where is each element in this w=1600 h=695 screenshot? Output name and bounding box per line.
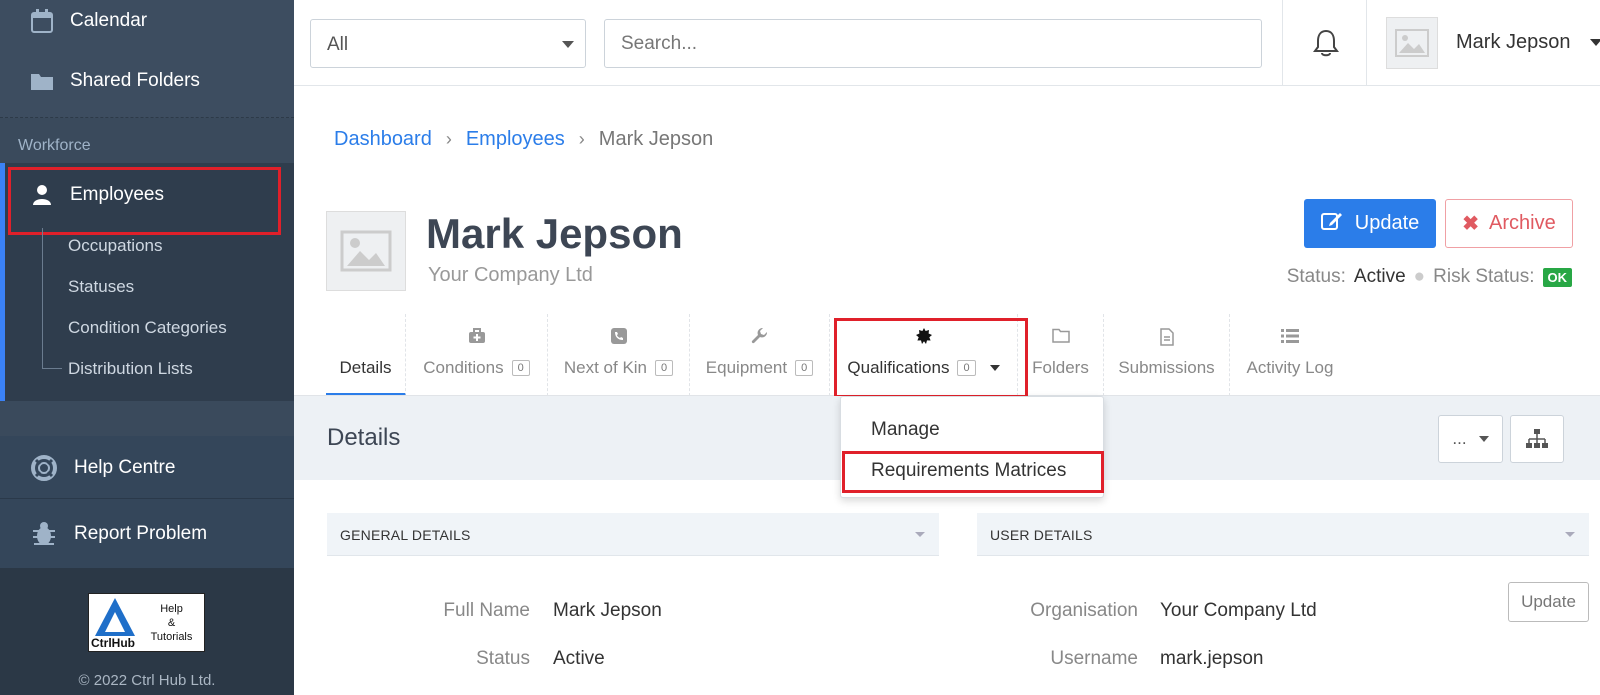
medkit-icon (406, 328, 547, 344)
breadcrumb-employees[interactable]: Employees (466, 128, 565, 151)
chevron-right-icon: › (445, 129, 452, 149)
chevron-down-icon (915, 532, 925, 537)
folder-icon (28, 71, 56, 91)
breadcrumb-current: Mark Jepson (598, 128, 714, 150)
breadcrumb-dashboard[interactable]: Dashboard (334, 128, 432, 151)
sidebar-subitem-distribution-lists[interactable]: Distribution Lists (68, 359, 193, 379)
divider (1366, 0, 1367, 86)
field-value-full-name: Mark Jepson (553, 600, 662, 621)
main-content: Dashboard › Employees › Mark Jepson Mark… (294, 86, 1600, 695)
sidebar-subitem-condition-categories[interactable]: Condition Categories (68, 318, 227, 338)
section-label-workforce: Workforce (18, 137, 91, 154)
list-icon (1230, 328, 1350, 344)
sitemap-icon (1526, 429, 1548, 448)
sidebar-item-label: Calendar (70, 10, 148, 31)
count-badge: 0 (655, 360, 674, 376)
general-details-header[interactable]: GENERAL DETAILS (327, 513, 939, 556)
chevron-down-icon (562, 41, 574, 48)
divider (1282, 0, 1283, 86)
field-label-organisation: Organisation (1030, 600, 1138, 621)
divider (0, 498, 294, 499)
top-bar: All Mark Jepson (294, 0, 1600, 86)
field-value-status: Active (553, 648, 605, 669)
chevron-down-icon[interactable] (1590, 39, 1600, 46)
highlight-box-employees (8, 167, 281, 235)
logo-brand: CtrlHub (91, 636, 135, 650)
count-badge: 0 (795, 360, 814, 376)
user-avatar[interactable] (1386, 17, 1438, 69)
lifebuoy-icon (30, 455, 58, 481)
field-label-status: Status (476, 648, 530, 669)
filter-select[interactable]: All (310, 19, 586, 68)
chevron-down-icon (1565, 532, 1575, 537)
field-label-username: Username (1050, 648, 1138, 669)
section-title: Details (327, 424, 401, 451)
document-icon (1104, 328, 1229, 346)
archive-button[interactable]: ✖ Archive (1445, 199, 1573, 248)
notifications-bell-icon[interactable] (1312, 28, 1340, 63)
sidebar-item-report-problem[interactable]: Report Problem (0, 517, 294, 551)
user-details-update-button[interactable]: Update (1508, 582, 1589, 622)
sidebar-item-label: Help Centre (74, 457, 176, 478)
risk-status-badge: OK (1542, 267, 1572, 287)
separator-dot: ● (1413, 266, 1426, 287)
risk-status-label: Risk Status: (1433, 266, 1535, 287)
breadcrumb: Dashboard › Employees › Mark Jepson (334, 128, 713, 151)
employee-company: Your Company Ltd (428, 264, 593, 286)
sidebar-item-label: Shared Folders (70, 70, 200, 91)
tab-next-of-kin[interactable]: Next of Kin 0 (548, 314, 690, 396)
close-icon: ✖ (1462, 213, 1480, 235)
sidebar: Calendar Shared Folders Workforce Employ… (0, 0, 294, 695)
sidebar-item-help-centre[interactable]: Help Centre (0, 451, 294, 485)
field-value-organisation: Your Company Ltd (1160, 600, 1317, 621)
field-value-username: mark.jepson (1160, 648, 1264, 669)
chevron-down-icon (1478, 436, 1489, 442)
edit-icon (1320, 211, 1343, 237)
sidebar-item-label: Report Problem (74, 523, 208, 544)
tab-equipment[interactable]: Equipment 0 (690, 314, 830, 396)
tab-submissions[interactable]: Submissions (1104, 314, 1230, 396)
calendar-icon (28, 9, 56, 33)
org-chart-button[interactable] (1510, 415, 1564, 463)
sidebar-subitem-occupations[interactable]: Occupations (68, 236, 163, 256)
count-badge: 0 (511, 360, 530, 376)
chevron-right-icon: › (578, 129, 585, 149)
highlight-box-requirements-matrices (842, 451, 1104, 493)
sidebar-item-calendar[interactable]: Calendar (0, 6, 294, 36)
field-label-full-name: Full Name (443, 600, 530, 621)
user-details-header[interactable]: USER DETAILS (977, 513, 1589, 556)
menu-item-manage[interactable]: Manage (871, 419, 940, 441)
employee-avatar (326, 211, 406, 291)
tree-connector (42, 228, 43, 368)
update-button[interactable]: Update (1304, 199, 1436, 248)
page-title: Mark Jepson (426, 210, 683, 257)
help-tutorials-logo[interactable]: CtrlHub Help & Tutorials (88, 593, 205, 652)
wrench-icon (690, 328, 829, 346)
status-value: Active (1353, 266, 1406, 287)
tab-activity-log[interactable]: Activity Log (1230, 314, 1350, 396)
ctrlhub-logo-icon: CtrlHub (89, 594, 139, 651)
status-label: Status: (1286, 266, 1346, 287)
tree-connector (42, 368, 62, 369)
more-actions-button[interactable]: ... (1438, 415, 1503, 463)
sidebar-item-shared-folders[interactable]: Shared Folders (0, 66, 294, 96)
sidebar-subitem-statuses[interactable]: Statuses (68, 277, 134, 297)
filter-select-value: All (327, 34, 349, 55)
tab-conditions[interactable]: Conditions 0 (406, 314, 548, 396)
search-input[interactable] (604, 19, 1262, 68)
copyright-text: © 2022 Ctrl Hub Ltd. (78, 672, 216, 689)
tab-details[interactable]: Details (326, 314, 406, 396)
folder-icon (1018, 328, 1103, 343)
user-menu-name[interactable]: Mark Jepson (1456, 31, 1571, 54)
highlight-box-qualifications (834, 318, 1028, 398)
bug-icon (30, 521, 58, 547)
phone-icon (548, 328, 689, 344)
logo-caption: Help & Tutorials (150, 602, 193, 643)
status-line: Status: Active ● Risk Status: OK (1284, 266, 1572, 288)
tab-folders[interactable]: Folders (1018, 314, 1104, 396)
